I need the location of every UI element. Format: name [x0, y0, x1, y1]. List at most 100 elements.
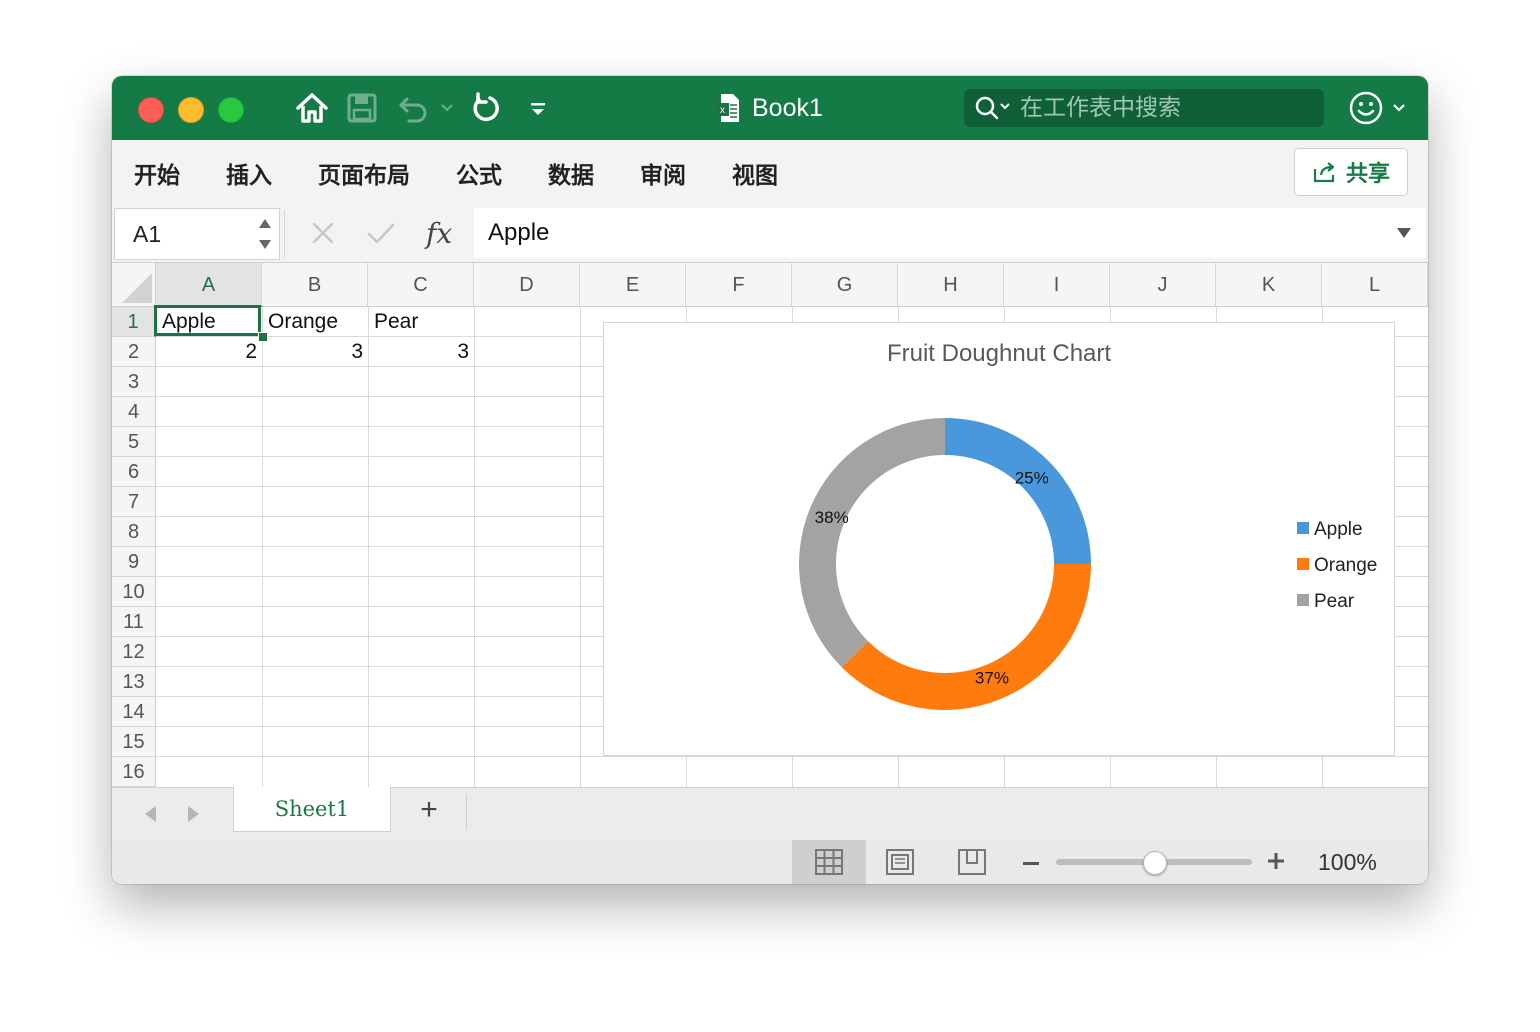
- row-header[interactable]: 10: [112, 577, 156, 607]
- select-all-corner[interactable]: [112, 263, 156, 307]
- gridline: [580, 307, 581, 787]
- chevron-down-icon[interactable]: [1390, 90, 1408, 126]
- row-header[interactable]: 15: [112, 727, 156, 757]
- ribbon-tabs: 开始 插入 页面布局 公式 数据 审阅 视图: [134, 140, 824, 206]
- column-header[interactable]: J: [1110, 263, 1216, 307]
- tab-data[interactable]: 数据: [548, 156, 594, 190]
- page-break-view-icon[interactable]: [958, 849, 986, 880]
- share-label: 共享: [1345, 162, 1390, 187]
- row-header[interactable]: 2: [112, 337, 156, 367]
- doughnut-slice-apple[interactable]: [945, 418, 1091, 564]
- page-layout-view-icon[interactable]: [886, 849, 914, 880]
- formula-value: Apple: [488, 219, 550, 246]
- row-header[interactable]: 13: [112, 667, 156, 697]
- row-header[interactable]: 6: [112, 457, 156, 487]
- undo-dropdown-icon[interactable]: [438, 90, 456, 126]
- tab-divider: [466, 794, 467, 830]
- zoom-window-button[interactable]: [218, 97, 244, 123]
- row-header[interactable]: 14: [112, 697, 156, 727]
- zoom-percentage[interactable]: 100%: [1318, 840, 1377, 884]
- tab-view[interactable]: 视图: [732, 156, 778, 190]
- column-header[interactable]: K: [1216, 263, 1322, 307]
- column-header[interactable]: B: [262, 263, 368, 307]
- row-header[interactable]: 7: [112, 487, 156, 517]
- sheet-tab-sheet1[interactable]: Sheet1: [233, 787, 391, 832]
- close-window-button[interactable]: [138, 97, 164, 123]
- feedback-smiley-icon[interactable]: [1348, 90, 1384, 126]
- undo-icon[interactable]: [396, 90, 432, 126]
- row-header[interactable]: 12: [112, 637, 156, 667]
- row-header[interactable]: 16: [112, 757, 156, 787]
- column-header[interactable]: G: [792, 263, 898, 307]
- row-header[interactable]: 5: [112, 427, 156, 457]
- formula-divider: [284, 210, 285, 258]
- column-header[interactable]: D: [474, 263, 580, 307]
- data-label: 37%: [975, 668, 1009, 687]
- redo-icon[interactable]: [468, 90, 504, 126]
- chart-title: Fruit Doughnut Chart: [887, 340, 1111, 367]
- column-header[interactable]: H: [898, 263, 1004, 307]
- data-label: 38%: [815, 508, 849, 527]
- zoom-slider-handle[interactable]: [1143, 851, 1167, 875]
- doughnut-slice-orange[interactable]: [841, 564, 1091, 710]
- fill-handle[interactable]: [258, 332, 268, 342]
- tab-formulas[interactable]: 公式: [456, 156, 502, 190]
- normal-view-button[interactable]: [792, 840, 866, 884]
- row-header[interactable]: 9: [112, 547, 156, 577]
- name-box-stepper-icon[interactable]: [257, 215, 273, 258]
- tab-insert[interactable]: 插入: [226, 156, 272, 190]
- cell-A2[interactable]: 2: [156, 337, 257, 367]
- function-fx-icon[interactable]: fx: [426, 214, 452, 254]
- gridline: [368, 307, 369, 787]
- name-box-value: A1: [133, 221, 162, 247]
- tab-page-layout[interactable]: 页面布局: [318, 156, 410, 190]
- ribbon: 开始 插入 页面布局 公式 数据 审阅 视图 共享: [112, 140, 1428, 207]
- column-header[interactable]: I: [1004, 263, 1110, 307]
- cell-C2[interactable]: 3: [368, 337, 469, 367]
- column-header[interactable]: A: [156, 263, 262, 307]
- add-sheet-button[interactable]: +: [414, 790, 444, 830]
- row-header[interactable]: 4: [112, 397, 156, 427]
- data-label: 25%: [1015, 468, 1049, 487]
- name-box[interactable]: A1: [114, 208, 280, 260]
- zoom-in-icon[interactable]: [1267, 852, 1285, 875]
- legend-label: Orange: [1314, 555, 1377, 576]
- doughnut-slice-pear[interactable]: [799, 418, 945, 668]
- tab-home[interactable]: 开始: [134, 156, 180, 190]
- customize-toolbar-icon[interactable]: [526, 90, 550, 126]
- cell-B1[interactable]: Orange: [268, 307, 364, 337]
- search-box[interactable]: 在工作表中搜索: [964, 89, 1324, 127]
- zoom-out-icon[interactable]: [1022, 856, 1040, 874]
- tab-review[interactable]: 审阅: [640, 156, 686, 190]
- column-header[interactable]: F: [686, 263, 792, 307]
- doughnut-chart[interactable]: Fruit Doughnut Chart 25% 37% 38% Apple Orange…: [603, 322, 1395, 756]
- column-header[interactable]: E: [580, 263, 686, 307]
- save-icon[interactable]: [346, 90, 378, 126]
- grid-view-icon: [815, 849, 843, 875]
- scroll-left-icon[interactable]: [142, 804, 158, 829]
- home-icon[interactable]: [294, 90, 330, 126]
- row-header[interactable]: 1: [112, 307, 156, 337]
- share-button[interactable]: 共享: [1294, 148, 1408, 196]
- formula-expand-icon[interactable]: [1396, 226, 1412, 244]
- gridline: [262, 307, 263, 787]
- window-title: Book1: [752, 93, 823, 122]
- worksheet-grid[interactable]: A B C D E F G H I J K L 1 2 3 4 5 6 7 8 …: [112, 263, 1428, 787]
- scroll-right-icon[interactable]: [186, 804, 202, 829]
- minimize-window-button[interactable]: [178, 97, 204, 123]
- formula-input[interactable]: Apple: [474, 208, 1426, 258]
- column-header[interactable]: L: [1322, 263, 1428, 307]
- search-icon: [974, 95, 1014, 126]
- column-header[interactable]: C: [368, 263, 474, 307]
- search-placeholder: 在工作表中搜索: [1020, 95, 1181, 121]
- excel-window: x Book1 在工作表中搜索 开始 插入 页面布局 公式 数据 审阅 视图 共…: [112, 76, 1428, 884]
- row-header[interactable]: 3: [112, 367, 156, 397]
- row-header[interactable]: 11: [112, 607, 156, 637]
- cell-C1[interactable]: Pear: [374, 307, 470, 337]
- row-header[interactable]: 8: [112, 517, 156, 547]
- enter-check-icon[interactable]: [366, 220, 396, 251]
- cancel-icon[interactable]: [310, 220, 336, 251]
- legend-label: Apple: [1314, 519, 1363, 540]
- cell-B2[interactable]: 3: [262, 337, 363, 367]
- cell-selection[interactable]: [154, 305, 261, 336]
